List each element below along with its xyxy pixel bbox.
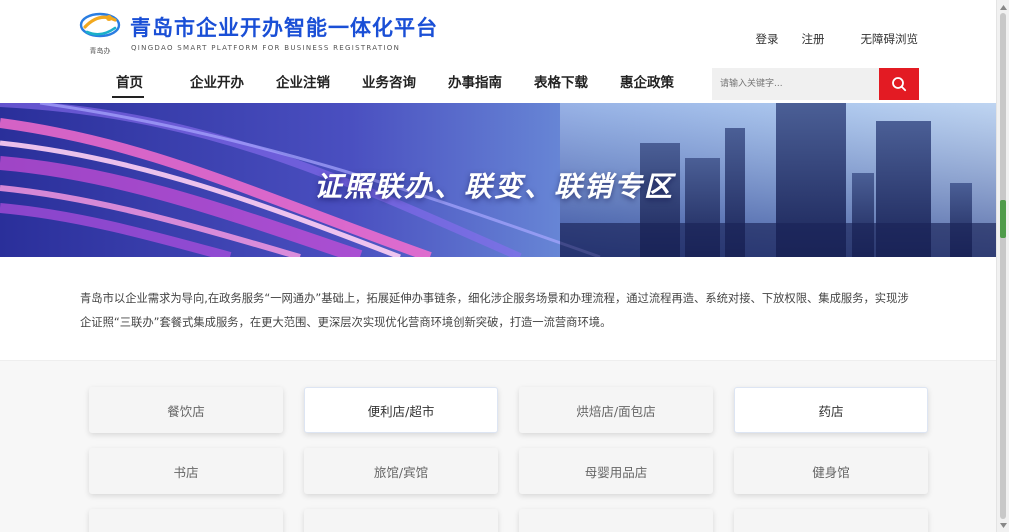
category-card-partial[interactable] [89,509,283,532]
category-card-partial[interactable] [304,509,498,532]
category-baby-store[interactable]: 母婴用品店 [519,448,713,494]
site-header: 青岛办 青岛市企业开办智能一体化平台 QINGDAO SMART PLATFOR… [0,0,996,103]
top-links: 登录 注册 无障碍浏览 [756,31,919,47]
intro-text: 青岛市以企业需求为导向,在政务服务“一网通办”基础上，拓展延伸办事链条，细化涉企… [80,287,920,335]
category-hotel[interactable]: 旅馆/宾馆 [304,448,498,494]
nav-item-business-cancel[interactable]: 企业注销 [276,74,330,98]
search-bar [712,68,919,100]
banner[interactable]: 证照联办、联变、联销专区 [0,103,996,257]
vertical-scrollbar[interactable] [996,0,1009,532]
category-bakery[interactable]: 烘焙店/面包店 [519,387,713,433]
search-icon [892,77,907,92]
site-subtitle: QINGDAO SMART PLATFORM FOR BUSINESS REGI… [131,44,401,52]
accessible-browse-link[interactable]: 无障碍浏览 [861,31,919,47]
logo-caption: 青岛办 [89,47,111,55]
category-card-partial[interactable] [519,509,713,532]
scroll-up-arrow-icon[interactable] [999,2,1008,12]
category-gym[interactable]: 健身馆 [734,448,928,494]
main-nav: 首页 企业开办 企业注销 业务咨询 办事指南 表格下载 惠企政策 [96,74,674,98]
register-link[interactable]: 注册 [802,31,825,47]
category-card-partial[interactable] [734,509,928,532]
search-button[interactable] [879,68,919,100]
search-input[interactable] [712,68,879,100]
banner-title: 证照联办、联变、联销专区 [314,170,675,203]
category-bookstore[interactable]: 书店 [89,448,283,494]
intro-line: 企证照“三联办”套餐式集成服务，在更大范围、更深层次实现优化营商环境创新突破，打… [80,316,612,329]
nav-item-business-setup[interactable]: 企业开办 [190,74,244,98]
nav-item-consult[interactable]: 业务咨询 [362,74,416,98]
category-pharmacy[interactable]: 药店 [734,387,928,433]
nav-item-guide[interactable]: 办事指南 [448,74,502,98]
nav-item-downloads[interactable]: 表格下载 [534,74,588,98]
login-link[interactable]: 登录 [756,31,779,47]
site-title[interactable]: 青岛市企业开办智能一体化平台 [130,12,438,42]
scroll-down-arrow-icon[interactable] [999,520,1008,530]
category-grid: 餐饮店 便利店/超市 烘焙店/面包店 药店 书店 旅馆/宾馆 母婴用品店 健身馆 [0,361,996,532]
nav-item-home[interactable]: 首页 [96,74,160,98]
scrollbar-thumb[interactable] [1000,13,1006,519]
intro-line: 青岛市以企业需求为导向,在政务服务“一网通办”基础上，拓展延伸办事链条，细化涉企… [80,292,909,305]
scroll-position-marker [1000,200,1006,238]
nav-item-policy[interactable]: 惠企政策 [620,74,674,98]
category-restaurant[interactable]: 餐饮店 [89,387,283,433]
category-convenience-store[interactable]: 便利店/超市 [304,387,498,433]
